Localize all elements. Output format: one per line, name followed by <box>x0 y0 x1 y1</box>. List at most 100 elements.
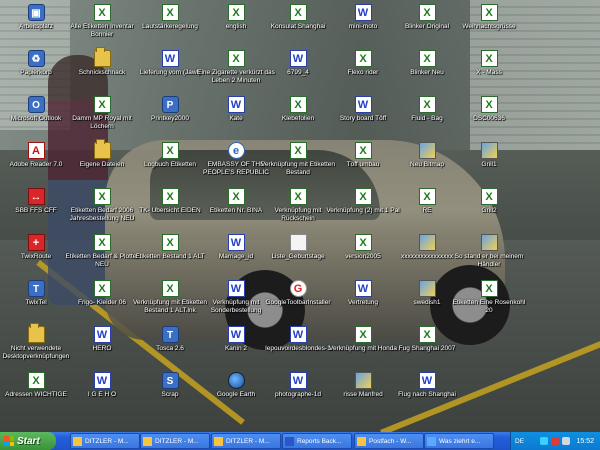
word-icon-glyph: W <box>292 329 304 341</box>
outlook-icon-glyph: O <box>32 100 40 111</box>
scrap-icon: S <box>161 372 179 389</box>
excel-icon-glyph: X <box>166 237 174 249</box>
sbb-icon-glyph: ↔ <box>30 191 42 203</box>
word-icon-glyph: W <box>230 283 242 295</box>
excel-icon-glyph: X <box>359 191 367 203</box>
excel-icon: X <box>93 96 111 113</box>
excel-icon-glyph: X <box>32 375 40 387</box>
image-icon <box>418 142 436 159</box>
word-icon-glyph: W <box>421 375 433 387</box>
desktop-icon[interactable]: X Etiketten Eine Rosenkohl 20 <box>449 280 529 326</box>
excel-icon-glyph: X <box>485 7 493 19</box>
folder-icon <box>27 323 45 343</box>
outlook-task-icon <box>214 436 223 446</box>
excel-icon: X <box>93 188 111 205</box>
word-icon: W <box>227 96 245 113</box>
desktop-icon[interactable]: X Grill2 <box>449 188 529 234</box>
taskbar-button[interactable]: DITZLER - M... <box>70 433 140 449</box>
excel-icon: X <box>480 96 498 113</box>
taskbar-button[interactable]: Reports Back... <box>282 433 352 449</box>
desktop-icon[interactable]: Grill1 <box>449 142 529 188</box>
excel-icon: X <box>227 4 245 21</box>
computer-icon: ▣ <box>27 4 45 21</box>
taskbar-button[interactable]: DITZLER - M... <box>140 433 210 449</box>
desktop-icon-label: Flug nach Shanghai <box>398 391 456 398</box>
excel-icon: X <box>27 372 45 389</box>
taskbar-button-label: Postfach - W... <box>369 437 412 445</box>
desktop-icon-label: Fug Shanghai 2007 <box>398 345 456 352</box>
excel-icon: X <box>418 188 436 205</box>
word-icon: W <box>227 234 245 251</box>
google-icon-glyph: G <box>293 283 303 295</box>
folder-icon <box>93 139 111 159</box>
desktop-icon[interactable]: X X - Mass <box>449 50 529 96</box>
excel-icon-glyph: X <box>423 7 431 19</box>
twixtel-icon-glyph: T <box>32 284 40 295</box>
word-icon-glyph: W <box>164 53 176 65</box>
excel-icon-glyph: X <box>485 283 493 295</box>
language-indicator[interactable]: DE <box>515 438 524 445</box>
taskbar-button[interactable]: Postfach - W... <box>354 433 424 449</box>
desktop-icon[interactable]: X Weihnachtsgrüsse <box>449 4 529 50</box>
excel-icon: X <box>289 142 307 159</box>
excel-icon-glyph: X <box>359 145 367 157</box>
excel-icon: X <box>418 50 436 67</box>
excel-icon: X <box>354 326 372 343</box>
swiss-flag-icon: + <box>27 234 45 251</box>
taskbar-button-label: DITZLER - M... <box>155 437 199 445</box>
excel-icon-glyph: X <box>232 7 240 19</box>
scrap-icon-glyph: S <box>166 376 174 387</box>
sbb-icon: ↔ <box>27 188 45 205</box>
word-icon: W <box>93 372 111 389</box>
desktop-icon-label: X - Mass <box>476 69 502 76</box>
taskbar-button-label: Was ziehrt e... <box>439 437 481 445</box>
excel-icon-glyph: X <box>98 191 106 203</box>
taskbar-button[interactable]: DITZLER - M... <box>211 433 281 449</box>
excel-icon-glyph: X <box>166 283 174 295</box>
excel-icon-glyph: X <box>294 191 302 203</box>
image-icon <box>480 142 498 159</box>
computer-icon-glyph: ▣ <box>31 8 41 19</box>
clock[interactable]: 15:52 <box>576 438 594 445</box>
excel-icon-glyph: X <box>294 7 302 19</box>
desktop-icon[interactable]: W Flug nach Shanghai <box>387 372 467 418</box>
volume-icon[interactable] <box>562 437 571 445</box>
ie-icon: e <box>227 142 245 159</box>
excel-icon-glyph: X <box>359 53 367 65</box>
swiss-flag-icon-glyph: + <box>32 237 40 249</box>
outlook-task-icon <box>73 436 82 446</box>
excel-icon-glyph: X <box>98 7 106 19</box>
word-icon: W <box>93 326 111 343</box>
excel-icon: X <box>161 142 179 159</box>
start-button[interactable]: Start <box>0 432 56 450</box>
excel-icon-glyph: X <box>166 191 174 203</box>
word-icon: W <box>354 4 372 21</box>
excel-icon: X <box>354 234 372 251</box>
antivirus-icon[interactable] <box>551 437 560 445</box>
excel-icon: X <box>161 4 179 21</box>
recycle-bin-icon: ♻ <box>27 50 45 67</box>
excel-icon: X <box>354 142 372 159</box>
tosca-icon-glyph: T <box>166 330 174 341</box>
outlook-icon: O <box>27 96 45 113</box>
excel-icon: X <box>418 96 436 113</box>
excel-icon: X <box>289 96 307 113</box>
excel-icon-glyph: X <box>485 191 493 203</box>
excel-icon: X <box>93 4 111 21</box>
desktop-icon-label: Etiketten Eine Rosenkohl 20 <box>452 299 526 314</box>
network-icon[interactable] <box>540 437 549 445</box>
desktop-icon[interactable]: X Fug Shanghai 2007 <box>387 326 467 372</box>
image-icon <box>418 280 436 297</box>
word-icon-glyph: W <box>357 99 369 111</box>
desktop-icon[interactable]: X DSC00636 <box>449 96 529 142</box>
excel-icon-glyph: X <box>166 7 174 19</box>
taskbar-button[interactable]: Was ziehrt e... <box>424 433 494 449</box>
word-icon: W <box>418 372 436 389</box>
desktop-icon-label: Grill2 <box>481 207 497 214</box>
outlook-task-icon <box>143 436 152 446</box>
windows-logo-icon <box>4 436 14 446</box>
excel-icon-glyph: X <box>294 99 302 111</box>
word-icon: W <box>354 96 372 113</box>
desktop-icon[interactable]: So stand er bei meinem Händler <box>449 234 529 280</box>
taskbar-button-label: Reports Back... <box>297 437 342 445</box>
